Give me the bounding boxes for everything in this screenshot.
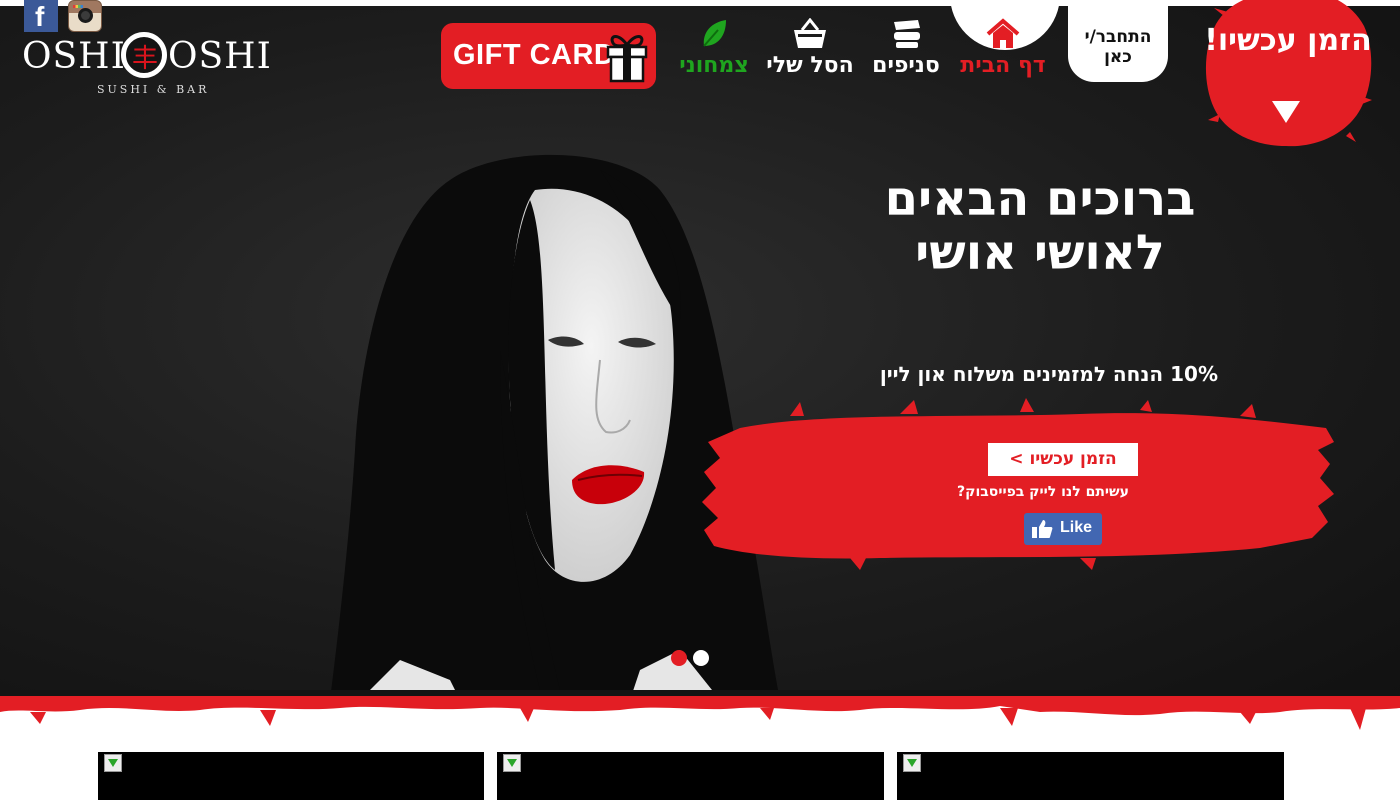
login-button[interactable]: התחבר/י כאן [1068, 0, 1168, 82]
logo-seal-icon: 丰 [121, 32, 167, 78]
nav-label-branches: סניפים [872, 53, 940, 78]
home-icon [986, 18, 1020, 48]
gift-box-icon [606, 35, 648, 83]
carousel-dot-2[interactable] [693, 650, 709, 666]
order-badge-label: הזמן עכשיו! [1204, 23, 1372, 58]
gift-card-label: GIFT CARD [453, 39, 616, 71]
content-panel-2[interactable] [497, 752, 884, 800]
instagram-icon[interactable] [68, 0, 102, 32]
download-icon [903, 754, 921, 772]
logo-word-left: OSHI [22, 36, 126, 77]
content-panel-1[interactable] [98, 752, 484, 800]
nav-label-home: דף הבית [960, 53, 1046, 78]
carousel-dot-1[interactable] [671, 650, 687, 666]
bottom-splash-divider [0, 690, 1400, 730]
hero-banner: f OSHI 丰 OSHI SUSHI & BAR GIFT CARD צמחו… [0, 0, 1400, 700]
facebook-like-button[interactable]: Like [1024, 513, 1102, 545]
leaf-icon [703, 20, 726, 47]
triangle-down-icon [1272, 101, 1300, 123]
nav-label-vegetarian: צמחוני [679, 53, 749, 78]
headline-line-1: ברוכים הבאים [884, 171, 1196, 227]
login-label: התחבר/י כאן [1084, 27, 1152, 67]
sushi-icon [894, 20, 920, 48]
nav-item-home[interactable]: דף הבית [955, 18, 1051, 78]
headline-line-2: לאושי אושי [915, 225, 1165, 281]
facebook-icon[interactable]: f [24, 0, 58, 32]
top-strip [0, 0, 1400, 6]
nav-item-cart[interactable]: הסל שלי [764, 18, 856, 78]
discount-text: 10% הנחה למזמינים משלוח און ליין [879, 362, 1218, 386]
hero-headline: ברוכים הבאים לאושי אושי [860, 172, 1220, 280]
logo-word-right: OSHI [168, 36, 272, 77]
thumbs-up-icon [1032, 520, 1053, 538]
nav-label-cart: הסל שלי [766, 53, 854, 78]
nav-item-branches[interactable]: סניפים [868, 18, 944, 78]
facebook-like-prompt: עשיתם לנו לייק בפייסבוק? [957, 484, 1129, 500]
order-now-label: הזמן עכשיו > [1009, 449, 1117, 469]
logo-tagline: SUSHI & BAR [97, 83, 210, 96]
order-now-button[interactable]: הזמן עכשיו > [988, 443, 1138, 476]
content-panel-3[interactable] [897, 752, 1284, 800]
basket-icon [794, 18, 826, 48]
gift-card-button[interactable]: GIFT CARD [441, 23, 656, 89]
nav-item-vegetarian[interactable]: צמחוני [678, 18, 750, 78]
logo[interactable]: OSHI 丰 OSHI SUSHI & BAR [22, 30, 272, 100]
download-icon [104, 754, 122, 772]
order-now-badge[interactable]: הזמן עכשיו! [1200, 0, 1376, 150]
like-label: Like [1060, 519, 1093, 536]
download-icon [503, 754, 521, 772]
